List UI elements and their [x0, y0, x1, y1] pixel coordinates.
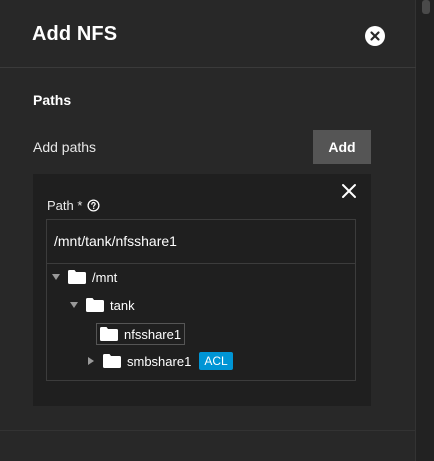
- tree-node-tank[interactable]: tank: [69, 294, 135, 316]
- close-icon: [342, 184, 356, 198]
- tree-node-label: nfsshare1: [124, 326, 182, 342]
- tree-node-label: smbshare1: [127, 353, 192, 369]
- path-field-label: Path *: [47, 198, 100, 213]
- dialog-header: Add NFS: [0, 0, 416, 68]
- tree-node-label: /mnt: [92, 269, 118, 285]
- tree-node-smbshare1[interactable]: smbshare1 ACL: [86, 350, 233, 372]
- add-paths-label: Add paths: [33, 139, 97, 155]
- dialog-title: Add NFS: [32, 23, 118, 45]
- folder-icon: [103, 354, 121, 368]
- folder-icon: [100, 327, 118, 341]
- remove-path-button[interactable]: [340, 182, 358, 200]
- path-input-container: [46, 219, 356, 263]
- caret-down-icon[interactable]: [51, 272, 61, 282]
- caret-right-icon[interactable]: [86, 356, 96, 366]
- tree-node-label: tank: [110, 297, 135, 313]
- close-circle-icon: [370, 31, 380, 41]
- tree-node-nfsshare1[interactable]: nfsshare1: [96, 323, 186, 345]
- folder-icon: [68, 270, 86, 284]
- paths-section-title: Paths: [33, 92, 72, 108]
- close-dialog-button[interactable]: [365, 26, 385, 46]
- folder-icon: [86, 298, 104, 312]
- tree-node-mnt[interactable]: /mnt: [51, 266, 117, 288]
- path-label-text: Path *: [47, 198, 83, 213]
- add-path-button[interactable]: Add: [313, 130, 371, 164]
- divider: [0, 430, 416, 431]
- path-card: Path * /mnt/tank/nfsshare1 /mnt tank nfs…: [33, 174, 371, 406]
- caret-down-icon[interactable]: [69, 300, 79, 310]
- help-icon[interactable]: [87, 199, 100, 212]
- path-input[interactable]: [54, 233, 344, 249]
- acl-badge: ACL: [199, 352, 233, 370]
- directory-tree: /mnt tank nfsshare1 smbshare1 ACL: [46, 263, 356, 381]
- scrollbar[interactable]: [416, 0, 434, 461]
- scrollbar-thumb[interactable]: [422, 0, 430, 14]
- add-nfs-panel: Add NFS Paths Add paths Add Path * /mnt/…: [0, 0, 416, 461]
- selected-node-highlight: nfsshare1: [96, 323, 186, 345]
